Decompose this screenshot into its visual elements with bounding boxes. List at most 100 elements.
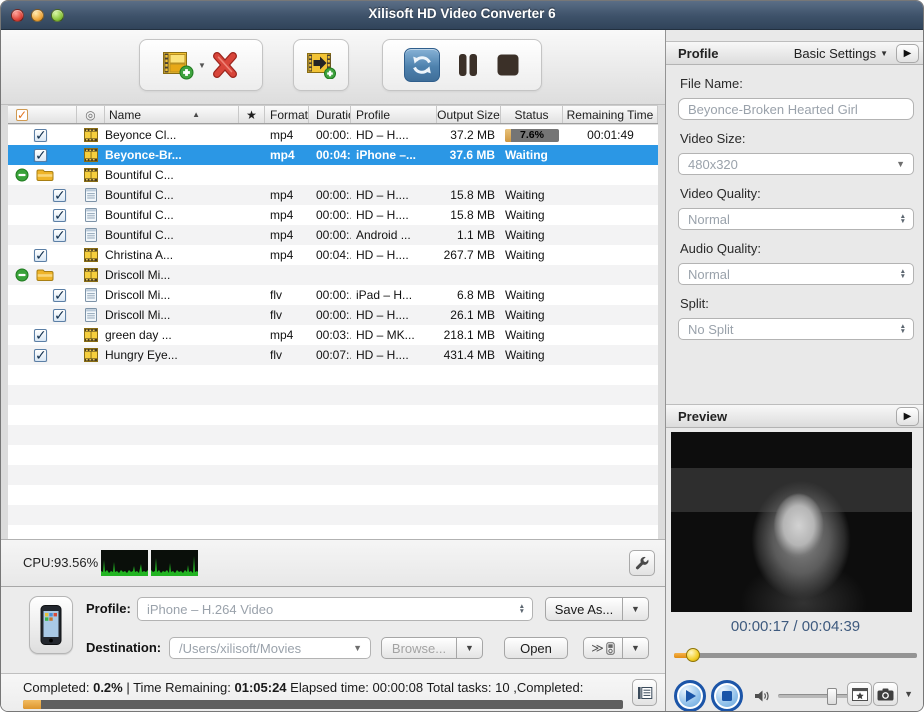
row-profile: HD – H.... [351,348,437,362]
column-header-star[interactable]: ★ [239,106,265,123]
video-quality-stepper-icon [900,214,906,224]
browse-split-button: Browse... [381,637,483,659]
preview-video-image [671,432,912,612]
add-file-button[interactable] [162,50,194,80]
table-row[interactable]: Driscoll Mi...flv00:00:...iPad – H...6.8… [8,285,658,305]
seek-bar[interactable] [674,648,917,662]
play-button[interactable] [674,680,706,712]
select-all-checkbox[interactable] [16,109,28,121]
row-checkbox[interactable] [34,329,47,342]
film-icon [84,348,98,362]
column-header-name[interactable]: Name▲ [105,106,239,123]
collapse-toggle[interactable] [15,168,29,182]
row-format: mp4 [265,248,309,262]
pause-button[interactable] [456,52,480,78]
profile-section-header: Profile Basic Settings [666,41,924,65]
row-duration: 00:00:... [309,208,351,222]
browse-dropdown-caret[interactable] [457,637,483,659]
table-row[interactable]: Driscoll Mi...flv00:00:...HD – H....26.1… [8,305,658,325]
table-row[interactable]: Bountiful C...mp400:00:...HD – H....15.8… [8,205,658,225]
title-bar: Xilisoft HD Video Converter 6 [1,1,923,30]
row-output-size: 6.8 MB [437,288,501,302]
convert-button[interactable] [404,48,440,82]
merge-button[interactable] [306,52,336,79]
row-status: Waiting [501,148,563,162]
row-checkbox[interactable] [34,129,47,142]
transfer-to-device-button[interactable]: ≫ [583,637,623,659]
row-checkbox[interactable] [53,189,66,202]
row-checkbox[interactable] [53,309,66,322]
row-duration: 00:00:... [309,128,351,142]
row-status-text: Waiting [505,228,545,242]
row-name: Bountiful C... [105,228,239,242]
column-header-remaining-time[interactable]: Remaining Time [563,106,658,123]
split-value: No Split [679,322,900,337]
delete-button[interactable] [210,52,240,78]
table-row[interactable]: Hungry Eye...flv00:07:...HD – H....431.4… [8,345,658,365]
table-row[interactable]: green day ...mp400:03:...HD – MK...218.1… [8,325,658,345]
output-profile-dropdown[interactable]: iPhone – H.264 Video [137,597,533,621]
row-status-text: Waiting [505,328,545,342]
save-as-dropdown-caret[interactable] [623,597,649,621]
collapse-minus-icon [15,268,29,282]
browse-button[interactable]: Browse... [381,637,457,659]
preview-expand-button[interactable] [896,407,919,426]
audio-quality-dropdown[interactable]: Normal [678,263,914,285]
open-button[interactable]: Open [504,637,568,659]
stop-preview-button[interactable] [711,680,743,712]
save-as-button[interactable]: Save As... [545,597,623,621]
split-dropdown[interactable]: No Split [678,318,914,340]
collapse-toggle[interactable] [15,268,29,282]
row-output-size: 37.6 MB [437,148,501,162]
destination-dropdown[interactable]: /Users/xilisoft/Movies [169,637,371,659]
video-size-dropdown[interactable]: 480x320 [678,153,914,175]
cpu-graph-core1 [101,550,148,576]
video-size-caret-icon [896,159,905,169]
table-row[interactable]: Bountiful C...mp400:00:...Android ...1.1… [8,225,658,245]
snapshot-dropdown-caret[interactable] [904,689,913,699]
column-header-format[interactable]: Format [265,106,309,123]
profile-expand-button[interactable] [896,44,919,63]
row-profile: iPad – H... [351,288,437,302]
row-checkbox[interactable] [53,209,66,222]
settings-wrench-button[interactable] [629,550,655,576]
toolbar: ▼ [1,30,665,105]
play-icon [684,689,697,703]
row-checkbox[interactable] [53,289,66,302]
add-file-dropdown-caret[interactable]: ▼ [198,61,206,70]
column-header-profile[interactable]: Profile [351,106,437,123]
profile-preset-dropdown[interactable]: Basic Settings [794,46,888,61]
table-row[interactable]: Beyonce Cl...mp400:00:...HD – H....37.2 … [8,125,658,145]
snapshot-button[interactable] [873,682,898,706]
row-checkbox[interactable] [34,349,47,362]
column-header-output-size[interactable]: Output Size [437,106,501,123]
target-device-button[interactable] [29,596,73,654]
video-quality-dropdown[interactable]: Normal [678,208,914,230]
column-header-duration[interactable]: Duration [309,106,351,123]
table-row-group[interactable]: Driscoll Mi... [8,265,658,285]
pause-icon [456,52,480,78]
convert-sync-icon [410,53,434,77]
row-status: Waiting [501,248,563,262]
table-row[interactable]: Beyonce-Br...mp400:04:...iPhone –...37.6… [8,145,658,165]
row-status-text: Waiting [505,348,545,362]
table-row[interactable]: Bountiful C...mp400:00:...HD – H....15.8… [8,185,658,205]
table-row-group[interactable]: Bountiful C... [8,165,658,185]
transfer-dropdown-caret[interactable] [623,637,649,659]
volume-knob[interactable] [827,688,837,705]
row-checkbox[interactable] [34,149,47,162]
row-checkbox[interactable] [34,249,47,262]
seek-knob[interactable] [686,648,700,662]
snapshot-manager-button[interactable] [847,682,872,706]
stop-icon [496,53,520,77]
file-name-field[interactable]: Beyonce-Broken Hearted Girl [678,98,914,120]
folder-icon-wrap [36,268,54,282]
stop-button[interactable] [496,53,520,77]
file-name-value: Beyonce-Broken Hearted Girl [679,102,913,117]
table-row[interactable]: Christina A...mp400:04:...HD – H....267.… [8,245,658,265]
task-log-button[interactable] [632,679,657,706]
row-status: Waiting [501,328,563,342]
row-checkbox[interactable] [53,229,66,242]
document-icon [85,188,97,202]
column-header-status[interactable]: Status [501,106,563,123]
